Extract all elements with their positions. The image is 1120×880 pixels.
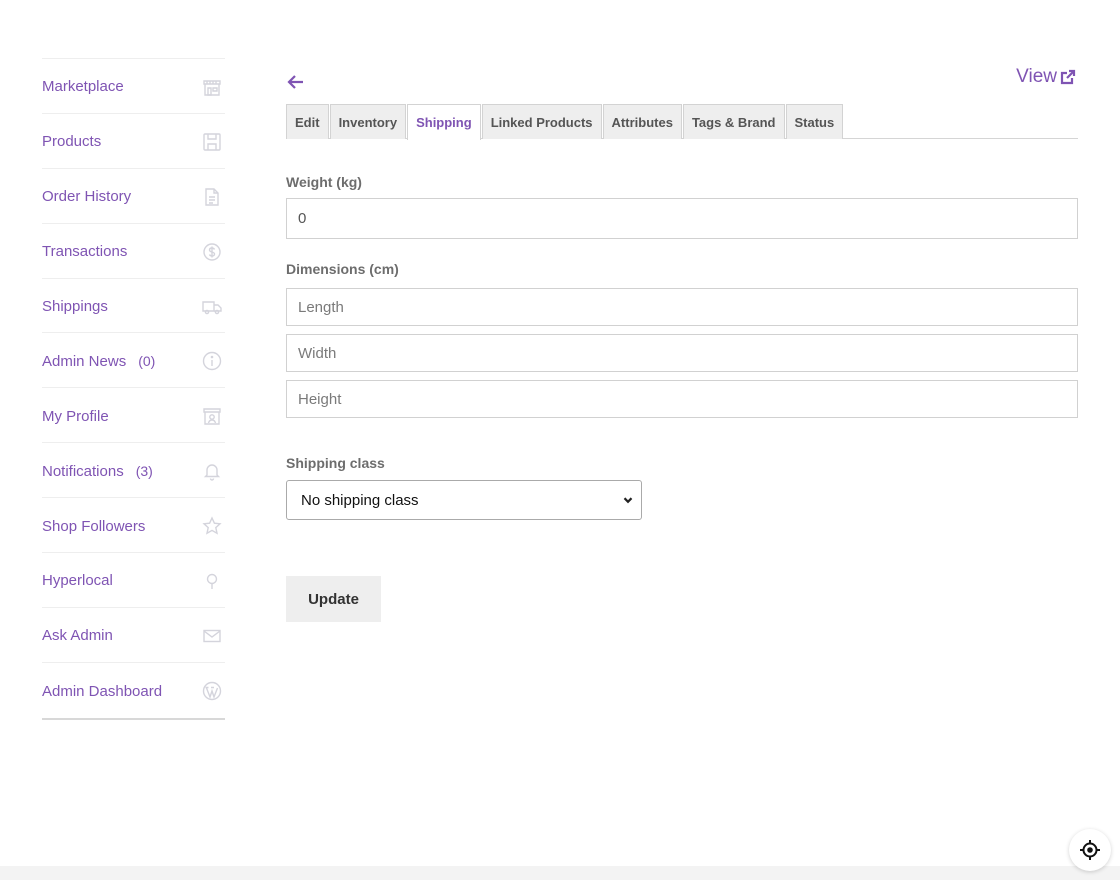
height-input[interactable] [286,380,1078,418]
sidebar-nav: Marketplace Products Order History Trans… [42,58,225,720]
view-link-label: View [1016,66,1057,87]
width-input[interactable] [286,334,1078,372]
wordpress-icon [201,680,223,702]
sidebar-item-label: Admin Dashboard [42,682,163,700]
tab-label: Linked Products [490,114,593,130]
shipping-class-label: Shipping class [286,455,385,471]
sidebar-item-label: Admin News [42,352,127,370]
sidebar-item-order-history[interactable]: Order History [42,169,225,224]
sidebar-item-admin-news[interactable]: Admin News (0) [42,333,225,389]
tab-label: Attributes [611,114,673,130]
sidebar-item-notifications[interactable]: Notifications (3) [42,443,225,499]
view-product-link[interactable]: View [1016,66,1076,88]
admin-news-count-badge: (0) [138,353,156,370]
sidebar-item-label: Hyperlocal [42,572,113,590]
product-tabs: Edit Inventory Shipping Linked Products … [286,104,1078,140]
locate-me-button[interactable] [1069,829,1111,871]
sidebar-item-products[interactable]: Products [42,114,225,169]
profile-icon [201,405,223,427]
sidebar-item-label: Transactions [42,243,128,261]
tab-label: Shipping [416,115,472,130]
info-icon [201,350,223,372]
sidebar-item-label: Ask Admin [42,627,113,645]
dollar-icon [201,241,223,263]
sidebar-item-label: Products [42,133,102,151]
truck-icon [201,296,223,318]
tab-inventory[interactable]: Inventory [329,104,407,139]
length-input[interactable] [286,288,1078,326]
chevron-down-icon [623,497,633,504]
shipping-class-select[interactable]: No shipping class [286,480,642,520]
shipping-class-value: No shipping class [301,491,419,509]
dimensions-label: Dimensions (cm) [286,261,399,277]
weight-label: Weight (kg) [286,174,362,190]
pin-icon [201,570,223,592]
sidebar-item-label: Shippings [42,298,108,315]
star-icon [201,515,223,537]
sidebar-item-ask-admin[interactable]: Ask Admin [42,608,225,663]
sidebar-item-hyperlocal[interactable]: Hyperlocal [42,553,225,608]
sidebar-item-label: Shop Followers [42,517,146,535]
mail-icon [201,625,223,647]
sidebar-item-label: Order History [42,188,132,206]
sidebar-item-shippings[interactable]: Shippings [42,279,225,334]
sidebar-item-marketplace[interactable]: Marketplace [42,59,225,114]
external-link-icon [1060,69,1076,85]
bell-icon [201,460,223,482]
shipping-form: Weight (kg) Dimensions (cm) Shipping cla… [286,174,1078,520]
page: Marketplace Products Order History Trans… [0,0,1120,880]
footer-bar [0,866,1120,880]
crosshair-icon [1080,840,1100,860]
tab-status[interactable]: Status [785,104,844,139]
sidebar-item-label: Marketplace [42,78,124,96]
sidebar-item-my-profile[interactable]: My Profile [42,388,225,444]
tab-label: Tags & Brand [691,114,776,130]
store-icon [201,76,223,98]
document-icon [201,186,223,208]
tab-label: Inventory [338,114,398,130]
sidebar-item-label: My Profile [42,407,109,425]
tab-label: Status [794,114,835,130]
sidebar-item-transactions[interactable]: Transactions [42,224,225,279]
tab-linked-products[interactable]: Linked Products [481,104,602,139]
update-button[interactable]: Update [286,576,381,622]
sidebar-item-shop-followers[interactable]: Shop Followers [42,498,225,554]
back-arrow-icon[interactable] [286,72,306,92]
save-icon [201,131,223,153]
sidebar-item-admin-dashboard[interactable]: Admin Dashboard [42,663,225,718]
tab-tags-brand[interactable]: Tags & Brand [682,104,785,139]
sidebar-item-label: Notifications [42,462,124,480]
tab-attributes[interactable]: Attributes [602,104,682,139]
notifications-count-badge: (3) [135,463,153,480]
weight-input[interactable] [286,198,1078,239]
tab-label: Edit [295,114,320,130]
tab-edit[interactable]: Edit [286,104,329,139]
tab-shipping[interactable]: Shipping [407,104,481,140]
